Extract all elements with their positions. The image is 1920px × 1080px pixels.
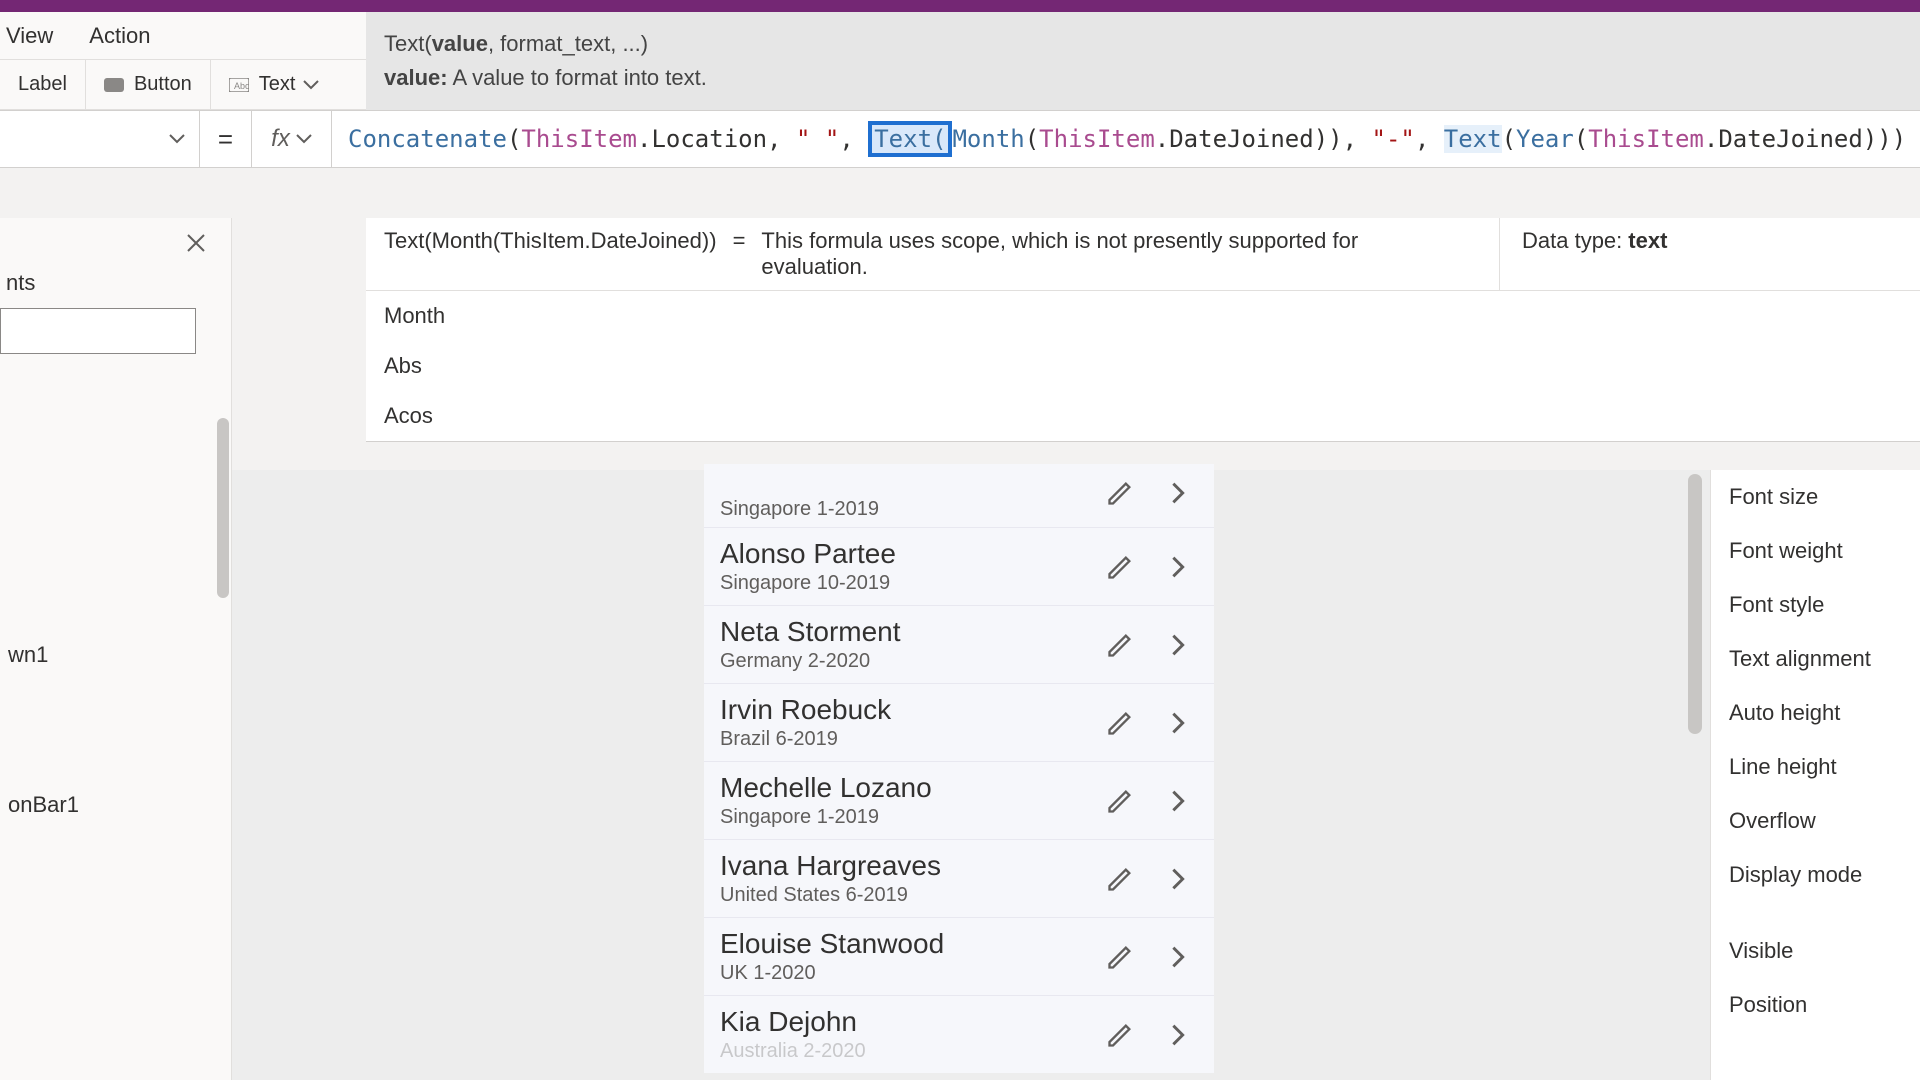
gallery-item-subtitle: UK 1-2020 — [720, 962, 1106, 985]
edit-icon[interactable] — [1106, 865, 1134, 893]
gallery-control[interactable]: Megan KohmanSingapore 1-2019Alonso Parte… — [704, 464, 1214, 1073]
edit-icon[interactable] — [1106, 709, 1134, 737]
chevron-right-icon[interactable] — [1164, 787, 1192, 815]
gallery-item-name: Neta Storment — [720, 616, 1106, 648]
gallery-item-subtitle: Singapore 1-2019 — [720, 498, 1106, 521]
button-icon — [104, 76, 124, 94]
property-row[interactable]: Visible — [1711, 924, 1920, 978]
insert-text-button[interactable]: Abc Text — [211, 60, 338, 109]
chevron-right-icon[interactable] — [1164, 943, 1192, 971]
menu-action[interactable]: Action — [71, 11, 168, 61]
gallery-item[interactable]: Ivana HargreavesUnited States 6-2019 — [704, 840, 1214, 918]
tree-subheader: nts — [0, 262, 231, 308]
gallery-item[interactable]: Mechelle LozanoSingapore 1-2019 — [704, 762, 1214, 840]
edit-icon[interactable] — [1106, 479, 1134, 507]
property-selector[interactable] — [0, 111, 200, 167]
fx-button[interactable]: fx — [252, 111, 332, 167]
gallery-item[interactable]: Elouise StanwoodUK 1-2020 — [704, 918, 1214, 996]
insert-label-button[interactable]: Label — [0, 60, 86, 109]
edit-icon[interactable] — [1106, 943, 1134, 971]
chevron-right-icon[interactable] — [1164, 1021, 1192, 1049]
intellisense-panel: Text(Month(ThisItem.DateJoined)) = This … — [366, 218, 1920, 442]
formula-bar: = fx Concatenate(ThisItem.Location, " ",… — [0, 110, 1920, 168]
gallery-item-name: Ivana Hargreaves — [720, 850, 1106, 882]
gallery-item[interactable]: Irvin RoebuckBrazil 6-2019 — [704, 684, 1214, 762]
gallery-item[interactable]: Megan KohmanSingapore 1-2019 — [704, 464, 1214, 528]
property-row[interactable]: Font style — [1711, 578, 1920, 632]
tree-view-panel: nts wn1 onBar1 — [0, 218, 232, 1080]
gallery-item-name: Alonso Partee — [720, 538, 1106, 570]
scrollbar-thumb[interactable] — [217, 418, 229, 598]
chevron-right-icon[interactable] — [1164, 479, 1192, 507]
gallery-item-subtitle: Brazil 6-2019 — [720, 728, 1106, 751]
edit-icon[interactable] — [1106, 787, 1134, 815]
hint-description: value: A value to format into text. — [384, 65, 1902, 91]
svg-text:Abc: Abc — [234, 81, 249, 91]
formula-eval: Text(Month(ThisItem.DateJoined)) = This … — [366, 218, 1500, 290]
insert-button-button[interactable]: Button — [86, 60, 211, 109]
gallery-scrollbar[interactable] — [1688, 470, 1702, 1080]
chevron-right-icon[interactable] — [1164, 865, 1192, 893]
property-row[interactable]: Font size — [1711, 470, 1920, 524]
gallery-item[interactable]: Alonso ParteeSingapore 10-2019 — [704, 528, 1214, 606]
chevron-down-icon — [296, 134, 312, 144]
chevron-right-icon[interactable] — [1164, 553, 1192, 581]
insert-button-text: Button — [134, 73, 192, 96]
properties-panel: Font sizeFont weightFont styleText align… — [1710, 470, 1920, 1080]
gallery-item-subtitle: United States 6-2019 — [720, 884, 1106, 907]
gallery-item-subtitle: Singapore 1-2019 — [720, 806, 1106, 829]
gallery-item-name: Elouise Stanwood — [720, 928, 1106, 960]
gallery-item-name: Irvin Roebuck — [720, 694, 1106, 726]
insert-label-text: Label — [18, 73, 67, 96]
chevron-right-icon[interactable] — [1164, 631, 1192, 659]
tree-node[interactable]: onBar1 — [0, 780, 231, 830]
hint-signature: Text(value, format_text, ...) — [384, 31, 1902, 57]
edit-icon[interactable] — [1106, 631, 1134, 659]
close-icon[interactable] — [185, 232, 207, 254]
property-row[interactable]: Position — [1711, 978, 1920, 1032]
formula-hint: Text(value, format_text, ...) value: A v… — [366, 12, 1920, 110]
scrollbar-thumb[interactable] — [1688, 474, 1702, 734]
gallery-item-name: Kia Dejohn — [720, 1006, 1106, 1038]
property-row[interactable]: Line height — [1711, 740, 1920, 794]
insert-text-text: Text — [259, 73, 296, 96]
canvas-area: Megan KohmanSingapore 1-2019Alonso Parte… — [232, 470, 1920, 1080]
equals-label: = — [200, 111, 252, 167]
suggestion-item[interactable]: Acos — [366, 391, 1920, 441]
selected-token: Text( — [868, 121, 952, 157]
property-row[interactable]: Font weight — [1711, 524, 1920, 578]
app-title-bar — [0, 0, 1920, 12]
gallery-item-name: Mechelle Lozano — [720, 772, 1106, 804]
chevron-right-icon[interactable] — [1164, 709, 1192, 737]
suggestion-item[interactable]: Abs — [366, 341, 1920, 391]
gallery-item[interactable]: Neta StormentGermany 2-2020 — [704, 606, 1214, 684]
suggestion-item[interactable]: Month — [366, 291, 1920, 341]
property-row[interactable]: Display mode — [1711, 848, 1920, 902]
chevron-down-icon — [169, 134, 185, 144]
chevron-down-icon — [303, 80, 319, 90]
text-icon: Abc — [229, 76, 249, 94]
gallery-item[interactable]: Kia DejohnAustralia 2-2020 — [704, 996, 1214, 1073]
data-type-label: Data type:text — [1500, 218, 1920, 290]
gallery-item-subtitle: Australia 2-2020 — [720, 1040, 1106, 1063]
menu-view[interactable]: View — [0, 11, 71, 61]
tree-node[interactable]: wn1 — [0, 630, 231, 680]
edit-icon[interactable] — [1106, 1021, 1134, 1049]
formula-input[interactable]: Concatenate(ThisItem.Location, " ", Text… — [332, 125, 1920, 153]
gallery-item-subtitle: Singapore 10-2019 — [720, 572, 1106, 595]
property-row[interactable]: Text alignment — [1711, 632, 1920, 686]
property-row[interactable]: Overflow — [1711, 794, 1920, 848]
tree-search-input[interactable] — [0, 308, 196, 354]
gallery-item-subtitle: Germany 2-2020 — [720, 650, 1106, 673]
property-row[interactable]: Auto height — [1711, 686, 1920, 740]
edit-icon[interactable] — [1106, 553, 1134, 581]
